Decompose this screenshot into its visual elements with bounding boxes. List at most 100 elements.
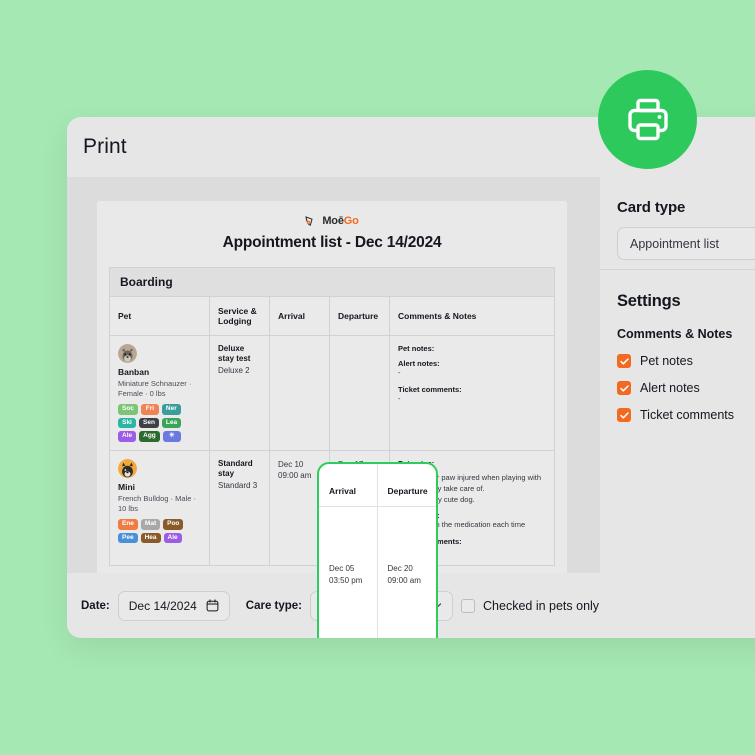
pet-tag: Ene: [118, 519, 138, 530]
date-label: Date:: [81, 599, 110, 612]
preview-footer-toolbar: Date: Dec 14/2024 Care type: All care ty…: [67, 573, 600, 638]
pet-notes-text: Mini had her paw injured when playing wi…: [398, 472, 541, 504]
settings-sidebar: Card type Appointment list Settings Comm…: [600, 177, 755, 638]
pet-meta: Miniature Schnauzer · Female · 0 lbs: [118, 379, 192, 399]
print-preview-area: MoēGo Appointment list - Dec 14/2024 Boa…: [67, 177, 600, 638]
document-header: MoēGo Appointment list - Dec 14/2024: [97, 201, 567, 252]
card-type-heading: Card type: [617, 199, 686, 216]
col-header-comments: Comments & Notes: [398, 311, 477, 321]
cell-comments: Pet notes: Alert notes: - Ticket comment…: [390, 336, 554, 450]
pet-tag: Mat: [140, 519, 161, 530]
arrival-date: Dec 10: [278, 459, 304, 469]
moego-mark-icon: [305, 215, 313, 226]
pet-tag: Soc: [118, 404, 138, 415]
brand-name: MoēGo: [322, 215, 359, 227]
printable-document: MoēGo Appointment list - Dec 14/2024 Boa…: [97, 201, 567, 591]
cell-service-lodging: Deluxe stay test Deluxe 2: [210, 336, 270, 450]
pet-tag: Ale: [163, 532, 182, 543]
col-header-pet: Pet: [110, 297, 210, 335]
cell-comments: Pet notes: Mini had her paw injured when…: [390, 451, 554, 565]
service-name: Standard stay: [218, 458, 253, 479]
col-header-arrival: Arrival: [270, 297, 330, 335]
modal-body: MoēGo Appointment list - Dec 14/2024 Boa…: [67, 177, 755, 638]
setting-pet-notes[interactable]: Pet notes: [617, 354, 755, 368]
pet-tag: Poo: [163, 519, 184, 530]
document-title: Appointment list - Dec 14/2024: [222, 234, 442, 251]
date-value: Dec 14/2024: [128, 598, 197, 613]
checkbox-checked-icon[interactable]: [617, 354, 631, 368]
comments-notes-group-heading: Comments & Notes: [617, 327, 733, 341]
cell-arrival: Dec 10 09:00 am: [270, 450, 330, 566]
cell-departure: [330, 336, 390, 450]
chevron-down-icon: [430, 602, 442, 609]
schnauzer-avatar: [118, 344, 137, 363]
date-input[interactable]: Dec 14/2024: [117, 590, 230, 621]
table-header-row: Pet Service & Lodging Arrival Departure …: [110, 297, 554, 336]
cell-service-lodging: Standard stay Standard 3: [210, 450, 270, 566]
print-modal: Print MoēGo Appointment list - Dec 14/20…: [67, 117, 755, 638]
card-type-value: Appointment list: [630, 236, 719, 251]
print-fab-button[interactable]: [598, 70, 697, 169]
pet-tag-list: Soc Fri Ner Ski Sen Lea Ale Agg ☀: [118, 404, 196, 442]
col-header-departure: Departure: [330, 297, 390, 335]
pet-tag: Lea: [161, 417, 182, 429]
pet-tag: Sen: [139, 417, 159, 429]
table-section-header: Boarding: [110, 268, 554, 297]
pet-tag: Ner: [161, 404, 181, 415]
checked-in-pets-checkbox[interactable]: [461, 598, 476, 613]
ticket-comments-label: Ticket comments:: [398, 537, 462, 547]
alert-notes-text: -: [398, 368, 401, 377]
printer-icon: [627, 98, 668, 140]
calendar-icon: [206, 599, 219, 612]
checkbox-checked-icon[interactable]: [617, 408, 631, 422]
table-row: Banban Miniature Schnauzer · Female · 0 …: [110, 336, 554, 451]
lodging-name: Standard 3: [218, 480, 258, 490]
pet-tag-list: Ene Mat Poo Pee Hea Ale: [118, 519, 196, 543]
service-name: Deluxe stay test: [218, 344, 251, 364]
checked-in-pets-label: Checked in pets only: [483, 598, 600, 613]
pet-tag: Hea: [140, 532, 161, 543]
pet-tag: Agg: [139, 431, 160, 442]
pet-name: Mini: [118, 481, 135, 492]
cell-pet: Banban Miniature Schnauzer · Female · 0 …: [110, 336, 210, 450]
card-type-select[interactable]: Appointment list: [617, 227, 755, 260]
pet-notes-label: Pet notes:: [398, 458, 435, 468]
arrival-time: 09:00 am: [278, 471, 312, 481]
frenchbulldog-avatar: [118, 458, 137, 478]
sidebar-divider: [600, 269, 755, 270]
cell-arrival: [270, 336, 330, 450]
setting-alert-notes[interactable]: Alert notes: [617, 381, 755, 395]
alert-notes-label: Alert notes:: [398, 359, 440, 368]
checkbox-checked-icon[interactable]: [617, 381, 631, 395]
pet-meta: French Bulldog · Male · 10 lbs: [118, 493, 196, 513]
setting-label: Alert notes: [640, 381, 700, 395]
care-type-select[interactable]: All care types: [310, 590, 454, 621]
departure-date: Dec 17: [338, 459, 364, 469]
care-type-value: All care types: [321, 598, 394, 613]
pet-notes-label: Pet notes:: [398, 344, 435, 353]
pet-tag: ☀: [162, 431, 181, 442]
setting-label: Pet notes: [640, 354, 693, 368]
setting-label: Ticket comments: [640, 408, 735, 422]
setting-ticket-comments[interactable]: Ticket comments: [617, 408, 755, 422]
ticket-comments-label: Ticket comments:: [398, 384, 462, 394]
pet-tag: Ski: [118, 417, 136, 429]
table-row: Mini French Bulldog · Male · 10 lbs Ene …: [110, 450, 554, 567]
alert-notes-text: Confirm with the medication each time: [398, 520, 526, 530]
col-header-service-lodging: Service & Lodging: [210, 297, 270, 335]
ticket-comments-text: -: [398, 546, 401, 556]
cell-departure: Dec 17 09:00 am: [330, 450, 390, 566]
pet-tag: Ale: [118, 431, 137, 442]
pet-tag: Pee: [118, 532, 138, 543]
col-header-lodging: Lodging: [218, 316, 252, 326]
ticket-comments-text: -: [398, 393, 401, 403]
pet-name: Banban: [118, 367, 150, 377]
care-type-label: Care type:: [245, 599, 303, 612]
brand-name-accent: Go: [343, 215, 359, 227]
departure-time: 09:00 am: [338, 471, 372, 481]
lodging-name: Deluxe 2: [218, 365, 250, 375]
brand-logo: MoēGo: [97, 213, 567, 229]
pet-tag: Fri: [140, 404, 159, 415]
alert-notes-label: Alert notes:: [398, 511, 440, 521]
cell-pet: Mini French Bulldog · Male · 10 lbs Ene …: [110, 450, 210, 566]
